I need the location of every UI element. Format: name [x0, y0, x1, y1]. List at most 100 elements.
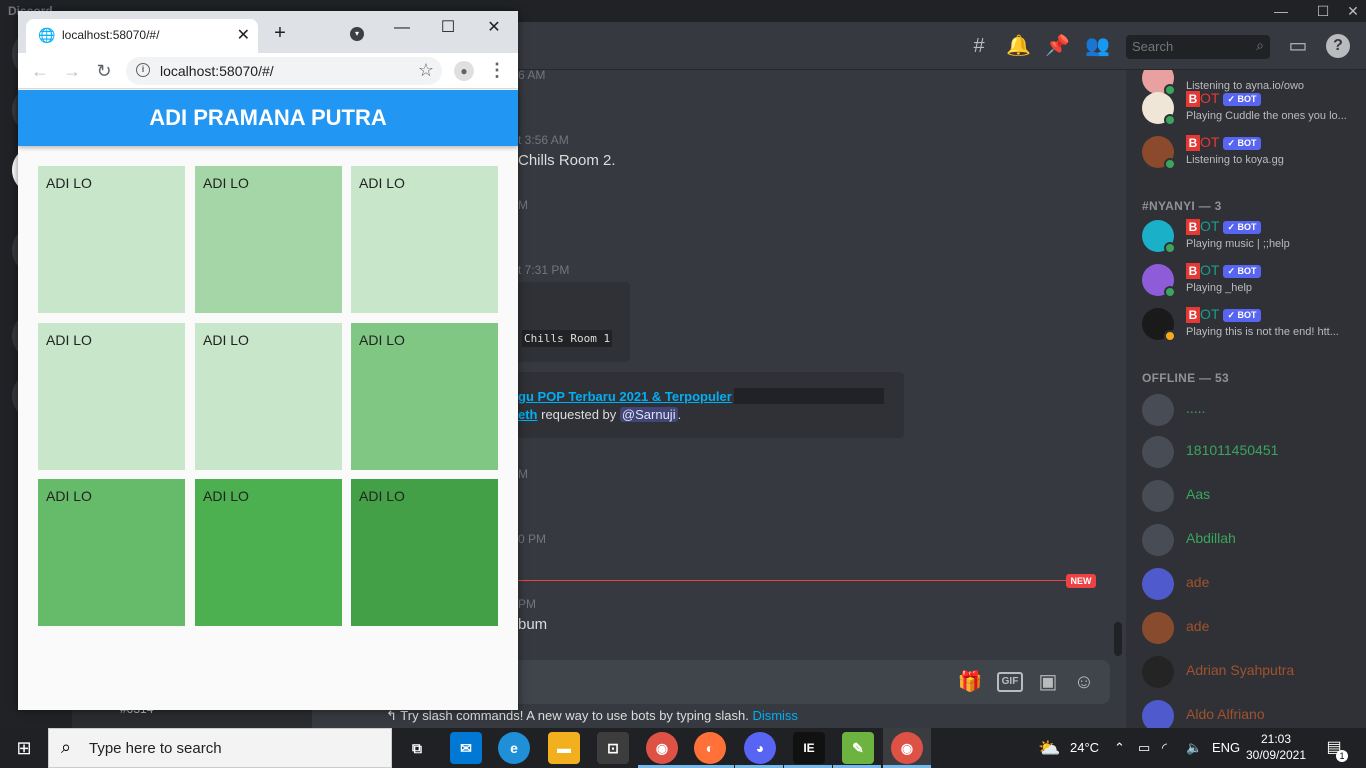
minimize-icon[interactable]: — [1266, 0, 1296, 22]
intellij-icon[interactable]: IE [793, 732, 825, 764]
members-icon[interactable]: 👥 [1085, 34, 1110, 58]
windows-start-icon[interactable]: ⊞ [0, 728, 48, 768]
clock-time: 21:03 [1260, 732, 1292, 746]
bookmark-star-icon[interactable]: ☆ [418, 60, 434, 81]
chat-scrollbar[interactable] [1114, 622, 1122, 656]
mail-icon[interactable]: ✉ [450, 732, 482, 764]
help-icon[interactable]: ? [1326, 34, 1350, 58]
member-item[interactable]: 181011450451 [1142, 432, 1362, 472]
browser-toolbar: ← → ↻ i localhost:58070/#/ ☆ ● ⋮ [18, 53, 518, 89]
emoji-icon[interactable]: ☺ [1071, 669, 1097, 695]
task-view-icon[interactable]: ⧉ [401, 732, 433, 764]
message-text: Chills Room 2. [518, 152, 616, 169]
wifi-icon[interactable]: ◜ [1162, 728, 1167, 768]
taskbar-search-input[interactable]: ⌕ Type here to search [48, 728, 392, 768]
tile-label: ADI LO [359, 175, 405, 191]
bell-icon[interactable]: 🔔 [1006, 34, 1031, 58]
inbox-icon[interactable]: ▭ [1286, 34, 1310, 58]
tile-label: ADI LO [46, 332, 92, 348]
tile-label: ADI LO [46, 488, 92, 504]
member-item[interactable]: Abdillah [1142, 520, 1362, 560]
firefox-icon[interactable]: ◐ [694, 732, 726, 764]
message-text: bum [518, 616, 548, 633]
member-item[interactable]: Adrian Syahputra [1142, 652, 1362, 692]
bot-badge: ✓ BOT [1223, 308, 1261, 322]
member-item[interactable]: B OT ✓ BOT Listening to koya.gg [1142, 132, 1362, 172]
member-item[interactable]: Aas [1142, 476, 1362, 516]
slash-command-tip: ↰ Try slash commands! A new way to use b… [386, 708, 798, 724]
back-icon[interactable]: ← [28, 59, 52, 83]
pin-icon[interactable]: 📌 [1045, 34, 1070, 58]
clock[interactable]: 21:03 30/09/2021 [1244, 731, 1308, 763]
sticker-icon[interactable]: ▣ [1035, 669, 1061, 695]
language-indicator[interactable]: ENG [1212, 728, 1240, 768]
chrome-icon[interactable]: ◉ [891, 732, 923, 764]
chevron-up-icon[interactable]: ⌃ [1114, 728, 1125, 768]
maximize-icon[interactable]: ☐ [1308, 0, 1338, 22]
profile-icon[interactable]: ● [454, 61, 474, 81]
gift-icon[interactable]: 🎁 [957, 669, 983, 695]
notepad-icon[interactable]: ✎ [842, 732, 874, 764]
address-bar[interactable]: i localhost:58070/#/ ☆ [126, 57, 442, 85]
member-item[interactable]: B OT ✓ BOT Playing music | ;;help [1142, 216, 1362, 256]
tab-strip: 🌐 localhost:58070/#/ ✕ + ▾ — ☐ ✕ [18, 11, 518, 53]
close-icon[interactable]: ✕ [1338, 0, 1366, 22]
notification-icon[interactable]: ▤ 1 [1322, 736, 1348, 762]
discord-icon[interactable]: ◕ [744, 732, 776, 764]
grid-tile: ADI LO [38, 479, 185, 626]
edge-icon[interactable]: e [498, 732, 530, 764]
close-icon[interactable]: ✕ [474, 15, 514, 41]
search-input[interactable]: Search ⌕ [1126, 35, 1270, 59]
site-info-icon[interactable]: i [136, 63, 150, 77]
bot-badge: ✓ BOT [1223, 136, 1261, 150]
avatar [1142, 612, 1174, 644]
forward-icon[interactable]: → [60, 59, 84, 83]
tile-label: ADI LO [203, 175, 249, 191]
member-status: Listening to koya.gg [1186, 154, 1284, 166]
maximize-icon[interactable]: ☐ [428, 15, 468, 41]
member-item[interactable]: ade [1142, 564, 1362, 604]
dismiss-link[interactable]: Dismiss [752, 708, 798, 723]
gif-icon[interactable]: GIF [997, 672, 1023, 692]
threads-icon[interactable]: # [967, 34, 991, 58]
tab-search-icon[interactable]: ▾ [350, 27, 364, 41]
temperature[interactable]: 24°C [1070, 728, 1099, 768]
message-timestamp: t 3:56 AM [518, 133, 569, 147]
role-section-header: #NYANYI — 3 [1142, 199, 1222, 213]
redacted-block [734, 388, 884, 404]
grid-tile: ADI LO [351, 166, 498, 313]
code-inline: Chills Room 1 [522, 330, 613, 347]
avatar [1142, 308, 1176, 342]
browser-tab[interactable]: 🌐 localhost:58070/#/ ✕ [26, 19, 258, 53]
minimize-icon[interactable]: — [382, 15, 422, 41]
member-item[interactable]: B OT ✓ BOT Playing this is not the end! ht… [1142, 304, 1362, 344]
user-mention[interactable]: @Sarnuji [619, 407, 678, 422]
member-name: B OT ✓ BOT [1186, 90, 1261, 107]
chrome-icon[interactable]: ◉ [646, 732, 678, 764]
reload-icon[interactable]: ↻ [92, 59, 116, 83]
avatar [1142, 394, 1174, 426]
close-tab-icon[interactable]: ✕ [237, 25, 250, 45]
member-name: Aas [1186, 486, 1211, 502]
menu-icon[interactable]: ⋮ [488, 59, 506, 83]
bot-badge: ✓ BOT [1223, 92, 1261, 106]
new-tab-icon[interactable]: + [270, 23, 290, 43]
member-item[interactable]: ade [1142, 608, 1362, 648]
store-icon[interactable]: ⊡ [597, 732, 629, 764]
file-explorer-icon[interactable]: ▬ [548, 732, 580, 764]
clock-date: 30/09/2021 [1245, 748, 1307, 762]
member-item[interactable]: Aldo Alfriano [1142, 696, 1362, 728]
weather-icon[interactable]: ⛅ [1038, 728, 1060, 768]
grid-tile: ADI LO [351, 479, 498, 626]
member-status: Playing _help [1186, 282, 1253, 294]
song-link[interactable]: gu POP Terbaru 2021 & Terpopuler [518, 389, 732, 404]
member-item[interactable]: ..... [1142, 390, 1362, 430]
message-timestamp: M [518, 198, 528, 212]
member-item[interactable]: B OT ✓ BOT Playing _help [1142, 260, 1362, 300]
member-list: Listening to ayna.io/owo B OT ✓ BOT Playin… [1126, 70, 1366, 728]
battery-icon[interactable]: ▭ [1138, 728, 1150, 768]
volume-icon[interactable]: 🔈 [1186, 728, 1202, 768]
offline-section-header: OFFLINE — 53 [1142, 371, 1229, 385]
member-item[interactable]: B OT ✓ BOT Playing Cuddle the ones you lo.… [1142, 88, 1362, 128]
author-link[interactable]: eth [518, 407, 538, 422]
